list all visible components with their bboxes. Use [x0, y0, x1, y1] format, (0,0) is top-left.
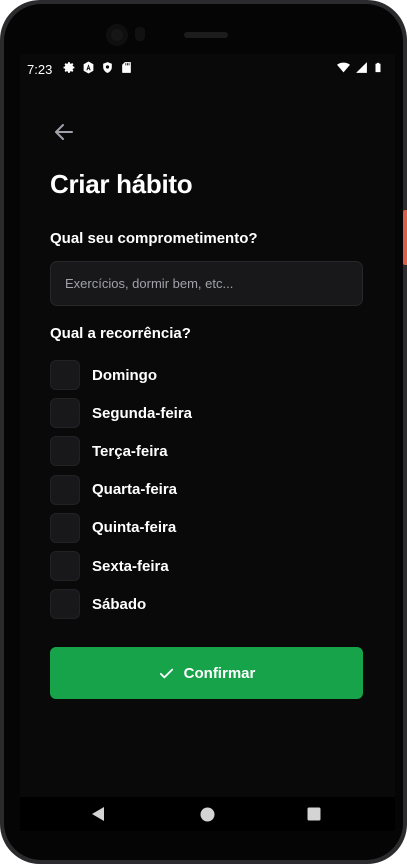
phone-bezel: 7:23 Criar hábito Qual seu comprometimen… — [4, 4, 403, 860]
weekday-checkbox[interactable] — [50, 512, 80, 543]
status-system-icons — [337, 61, 383, 74]
weekday-checkbox[interactable] — [50, 474, 80, 505]
wifi-icon — [337, 62, 350, 73]
back-triangle-icon — [92, 807, 104, 821]
weekday-checkbox[interactable] — [50, 360, 80, 391]
recurrence-label: Qual a recorrência? — [50, 325, 191, 342]
nav-recents-button[interactable] — [294, 797, 334, 831]
a-badge-icon — [83, 61, 94, 74]
weekday-checkbox[interactable] — [50, 436, 80, 467]
weekday-option-sexta[interactable]: Sexta-feira — [50, 547, 192, 585]
camera-sensor — [135, 27, 145, 41]
weekday-option-quinta[interactable]: Quinta-feira — [50, 509, 192, 547]
confirm-button[interactable]: Confirmar — [50, 647, 363, 699]
status-notification-icons — [63, 61, 133, 74]
weekday-checkbox[interactable] — [50, 398, 80, 429]
phone-side-button — [403, 210, 407, 265]
signal-icon — [356, 62, 367, 73]
status-time: 7:23 — [27, 62, 53, 77]
system-nav-bar — [20, 797, 395, 831]
weekday-label: Terça-feira — [92, 442, 168, 460]
check-icon — [159, 668, 173, 678]
page-title: Criar hábito — [50, 169, 193, 199]
weekday-list: Domingo Segunda-feira Terça-feira Quarta… — [50, 356, 192, 623]
phone-frame: 7:23 Criar hábito Qual seu comprometimen… — [0, 0, 407, 864]
weekday-option-segunda[interactable]: Segunda-feira — [50, 394, 192, 432]
recents-square-icon — [307, 807, 321, 821]
commitment-label: Qual seu comprometimento? — [50, 230, 258, 247]
weekday-checkbox[interactable] — [50, 589, 80, 620]
confirm-button-label: Confirmar — [183, 664, 256, 682]
commitment-input[interactable] — [50, 261, 363, 306]
weekday-label: Domingo — [92, 366, 157, 384]
weekday-label: Quarta-feira — [92, 481, 178, 499]
status-bar: 7:23 — [20, 54, 395, 84]
weekday-option-sabado[interactable]: Sábado — [50, 585, 192, 623]
nav-back-button[interactable] — [78, 797, 118, 831]
front-camera — [106, 24, 128, 46]
weekday-option-domingo[interactable]: Domingo — [50, 356, 192, 394]
arrow-left-icon — [55, 124, 73, 140]
home-circle-icon — [200, 807, 214, 821]
weekday-label: Sábado — [92, 595, 147, 613]
weekday-option-terca[interactable]: Terça-feira — [50, 432, 192, 470]
app-screen: 7:23 Criar hábito Qual seu comprometimen… — [20, 54, 395, 831]
sd-card-icon — [122, 62, 131, 73]
nav-home-button[interactable] — [187, 797, 227, 831]
weekday-label: Segunda-feira — [92, 404, 193, 422]
gear-icon — [63, 62, 75, 73]
earpiece-speaker — [184, 32, 228, 38]
weekday-option-quarta[interactable]: Quarta-feira — [50, 471, 192, 509]
weekday-label: Sexta-feira — [92, 557, 169, 575]
weekday-label: Quinta-feira — [92, 519, 177, 537]
battery-icon — [375, 62, 381, 73]
weekday-checkbox[interactable] — [50, 551, 80, 582]
back-button[interactable] — [50, 118, 78, 146]
shield-icon — [103, 62, 112, 73]
